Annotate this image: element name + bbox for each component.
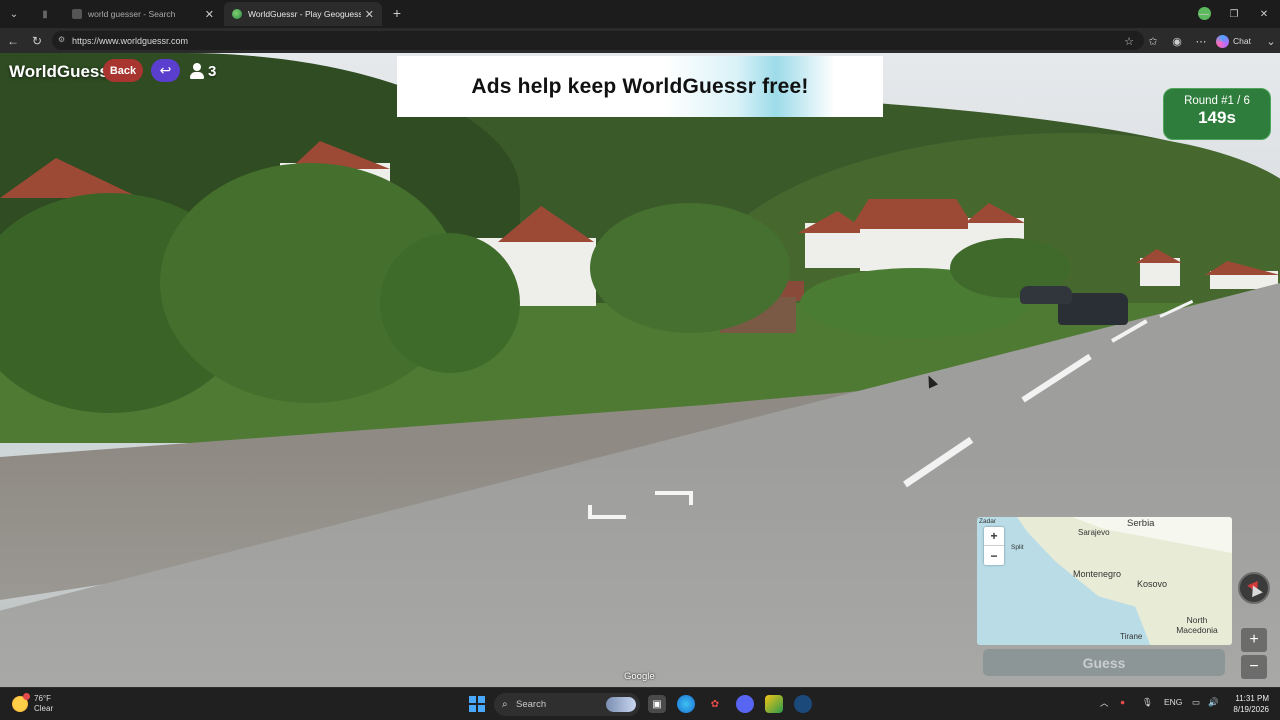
new-tab-button[interactable]: +: [388, 4, 406, 22]
guess-map[interactable]: Serbia Sarajevo Montenegro Kosovo North …: [977, 517, 1232, 645]
network-icon[interactable]: ▭: [1192, 697, 1200, 708]
compass-icon[interactable]: [1238, 572, 1270, 604]
edge-browser-icon[interactable]: [677, 695, 695, 713]
return-to-start-button[interactable]: ↩: [151, 59, 180, 82]
shrink-map-button[interactable]: −: [1241, 655, 1267, 679]
search-favicon-icon: [72, 9, 82, 19]
copilot-icon: [1216, 34, 1229, 48]
windows-taskbar: 76°F Clear ⌕ Search ▣ ✿ ︿ ● 🎙 ENG ▭ 🔊 11…: [0, 687, 1280, 720]
map-label-montenegro: Montenegro: [1073, 569, 1122, 579]
map-label-north-macedonia: North Macedonia: [1176, 615, 1218, 635]
tray-chevron-up-icon[interactable]: ︿: [1100, 697, 1109, 709]
map-zoom-out-button[interactable]: −: [984, 546, 1004, 565]
favorite-star-icon[interactable]: ☆: [1120, 32, 1138, 50]
taskbar-search[interactable]: ⌕ Search: [494, 693, 640, 716]
move-arrow-icon[interactable]: [588, 505, 626, 519]
tab-title: world guesser - Search: [88, 9, 176, 19]
browser-address-bar: ← ↻ ⚙ https://www.worldguessr.com ☆ ✩ ◉ …: [0, 28, 1280, 53]
microphone-icon[interactable]: 🎙: [1142, 697, 1153, 708]
weather-temp: 76°F: [34, 694, 51, 703]
map-label-zadar: Zadar: [979, 518, 996, 525]
timer: 149s: [1198, 108, 1236, 127]
favorites-icon[interactable]: ✩: [1144, 32, 1162, 50]
maximize-button[interactable]: ❐: [1224, 6, 1244, 22]
pinned-tab-icon[interactable]: ▮: [36, 6, 54, 22]
reload-icon[interactable]: ↻: [28, 32, 46, 50]
google-attribution: Google: [624, 671, 655, 682]
back-arrow-icon[interactable]: ←: [4, 32, 22, 50]
map-zoom-in-button[interactable]: +: [984, 527, 1004, 546]
player-count-value: 3: [208, 62, 217, 80]
expand-map-button[interactable]: +: [1241, 628, 1267, 652]
more-menu-icon[interactable]: ⋯: [1192, 32, 1210, 50]
chevron-down-icon[interactable]: ⌄: [1262, 32, 1280, 50]
weather-desc: Clear: [34, 704, 54, 713]
tab-actions-menu[interactable]: ⌄: [4, 4, 24, 24]
browser-tab-bar: ⌄ ▮ world guesser - Search ✕ WorldGuessr…: [0, 0, 1280, 28]
minimize-button[interactable]: —: [1194, 6, 1214, 22]
discord-icon[interactable]: [736, 695, 754, 713]
task-view-icon[interactable]: ▣: [648, 695, 666, 713]
map-label-serbia: Serbia: [1127, 518, 1155, 529]
close-window-button[interactable]: ✕: [1254, 6, 1274, 22]
round-label: Round #1 / 6: [1184, 95, 1250, 107]
site-info-icon[interactable]: ⚙: [58, 35, 68, 45]
back-button[interactable]: Back: [103, 59, 143, 82]
volume-icon[interactable]: 🔊: [1208, 697, 1219, 708]
close-tab-icon[interactable]: ✕: [365, 8, 374, 21]
player-count: 3: [190, 61, 216, 81]
map-label-tirane: Tirane: [1120, 632, 1143, 641]
worldguessr-logo[interactable]: WorldGuessr: [9, 62, 115, 82]
url-field[interactable]: ⚙ https://www.worldguessr.com: [52, 31, 1144, 50]
return-arrow-icon: ↩: [159, 62, 172, 78]
search-icon: ⌕: [502, 699, 508, 710]
person-icon: [190, 63, 204, 79]
tab-worldguessr[interactable]: WorldGuessr - Play Geoguessr for ✕: [224, 2, 382, 26]
extension-icon[interactable]: ◉: [1168, 32, 1186, 50]
car: [1020, 286, 1072, 304]
tree: [590, 203, 790, 333]
chat-label: Chat: [1233, 36, 1251, 46]
ad-banner[interactable]: Ads help keep WorldGuessr free!: [397, 56, 883, 117]
language-indicator[interactable]: ENG: [1164, 697, 1182, 707]
steam-icon[interactable]: [794, 695, 812, 713]
move-arrow-icon[interactable]: [655, 491, 693, 505]
clock-time: 11:31 PM: [1235, 694, 1269, 703]
map-label-sarajevo: Sarajevo: [1078, 528, 1110, 537]
tray-app-icon[interactable]: ●: [1120, 697, 1125, 707]
windows-start-icon[interactable]: [469, 696, 485, 712]
map-zoom-control: + −: [984, 527, 1004, 565]
map-label-kosovo: Kosovo: [1137, 579, 1168, 589]
house-roof: [850, 199, 975, 229]
taskbar-search-label: Search: [516, 699, 547, 710]
close-tab-icon[interactable]: ✕: [205, 8, 214, 21]
clock-date: 8/19/2026: [1233, 705, 1269, 714]
roadside-bush: [380, 233, 520, 373]
app-icon[interactable]: ✿: [706, 695, 724, 713]
worldguessr-favicon-icon: [232, 9, 242, 19]
weather-sun-icon: [12, 693, 30, 712]
round-timer-panel: Round #1 / 6 149s: [1163, 88, 1271, 140]
ad-text: Ads help keep WorldGuessr free!: [471, 74, 809, 98]
clock[interactable]: 11:31 PM 8/19/2026: [1225, 693, 1269, 715]
search-highlight-icon: [606, 697, 636, 712]
weather-widget[interactable]: 76°F Clear: [12, 693, 54, 714]
url-text: https://www.worldguessr.com: [72, 35, 189, 46]
file-app-icon[interactable]: [765, 695, 783, 713]
tab-title: WorldGuessr - Play Geoguessr for: [248, 9, 361, 19]
guess-button[interactable]: Guess: [983, 649, 1225, 676]
tab-search[interactable]: world guesser - Search ✕: [64, 2, 222, 26]
map-label-split: Split: [1011, 544, 1024, 551]
copilot-chat-button[interactable]: Chat: [1216, 32, 1251, 50]
